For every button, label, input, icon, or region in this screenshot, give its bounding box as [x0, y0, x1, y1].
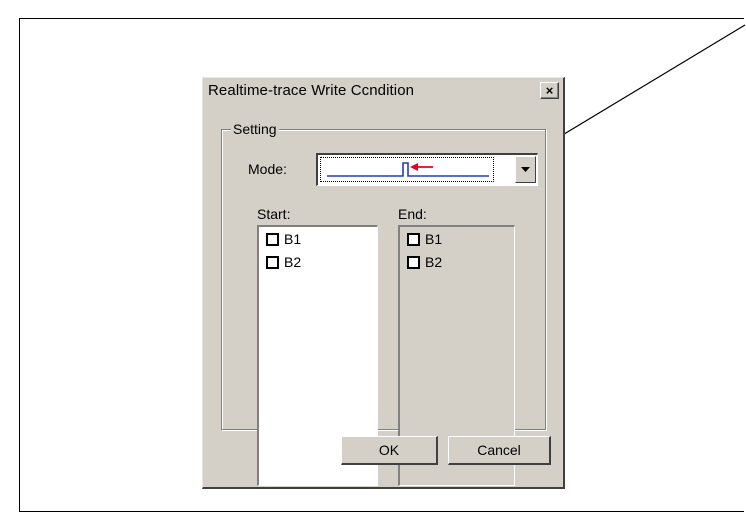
start-label: Start:: [257, 206, 291, 222]
end-b2-checkbox[interactable]: [407, 255, 420, 269]
mode-dropdown-button[interactable]: [515, 156, 536, 183]
close-icon: ×: [545, 83, 554, 98]
end-label: End:: [398, 206, 427, 222]
end-b1-checkbox[interactable]: [407, 232, 420, 246]
start-item-b2[interactable]: B2: [266, 254, 301, 270]
cancel-button[interactable]: Cancel: [448, 436, 551, 465]
mode-select[interactable]: [316, 153, 538, 186]
start-b2-label: B2: [284, 254, 302, 270]
ok-button[interactable]: OK: [341, 436, 438, 465]
end-item-b1[interactable]: B1: [407, 231, 442, 247]
mode-label: Mode:: [248, 161, 287, 177]
dialog-title: Realtime-trace Write Ccndition: [208, 81, 415, 99]
end-b1-label: B1: [425, 231, 443, 247]
end-item-b2[interactable]: B2: [407, 254, 442, 270]
end-b2-label: B2: [425, 254, 443, 270]
setting-group-label: Setting: [231, 121, 279, 137]
title-bar[interactable]: Realtime-trace Write Ccndition ×: [204, 79, 562, 101]
start-item-b1[interactable]: B1: [266, 231, 301, 247]
close-button[interactable]: ×: [540, 82, 559, 99]
start-b2-checkbox[interactable]: [266, 255, 279, 269]
start-b1-label: B1: [284, 231, 302, 247]
start-b1-checkbox[interactable]: [266, 232, 279, 246]
mode-selected-value: [320, 157, 494, 182]
chevron-down-icon: [521, 166, 530, 172]
write-condition-dialog: Realtime-trace Write Ccndition × Setting…: [202, 77, 565, 489]
trigger-pulse-icon: [327, 162, 489, 177]
